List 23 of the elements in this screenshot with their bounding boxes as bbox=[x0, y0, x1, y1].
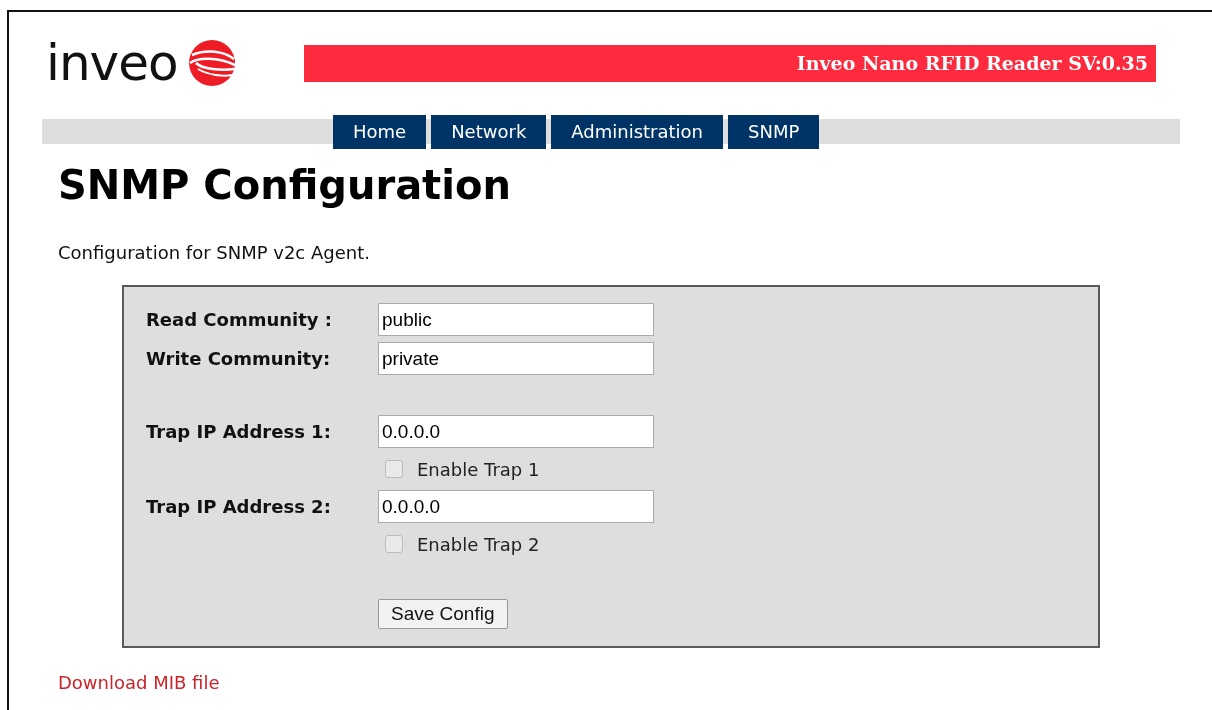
logo-text: inveo bbox=[46, 38, 178, 88]
save-button[interactable]: Save Config bbox=[378, 599, 508, 629]
checkbox[interactable] bbox=[385, 460, 403, 478]
nav-tab[interactable]: SNMP bbox=[728, 115, 820, 149]
page-description: Configuration for SNMP v2c Agent. bbox=[58, 242, 371, 264]
checkbox-label: Enable Trap 1 bbox=[417, 458, 540, 480]
input-field[interactable]: private bbox=[378, 342, 654, 375]
nav-tab[interactable]: Administration bbox=[551, 115, 724, 149]
banner-title: Inveo Nano RFID Reader SV:0.35 bbox=[304, 44, 1156, 82]
input-field[interactable]: 0.0.0.0 bbox=[378, 490, 654, 523]
checkbox[interactable] bbox=[385, 535, 403, 553]
field-label: Read Community : bbox=[146, 309, 334, 330]
field-label: Trap IP Address 2: bbox=[146, 496, 332, 517]
nav-tab[interactable]: Network bbox=[431, 115, 547, 149]
input-field[interactable]: public bbox=[378, 303, 654, 336]
download-link[interactable]: Download MIB file bbox=[58, 672, 220, 693]
checkbox-label: Enable Trap 2 bbox=[417, 533, 540, 555]
field-label: Write Community: bbox=[146, 348, 332, 369]
page-title: SNMP Configuration bbox=[58, 161, 512, 210]
logo-globe-icon bbox=[187, 39, 236, 87]
field-label: Trap IP Address 1: bbox=[146, 421, 332, 442]
input-field[interactable]: 0.0.0.0 bbox=[378, 415, 654, 448]
nav-tab[interactable]: Home bbox=[333, 115, 427, 149]
